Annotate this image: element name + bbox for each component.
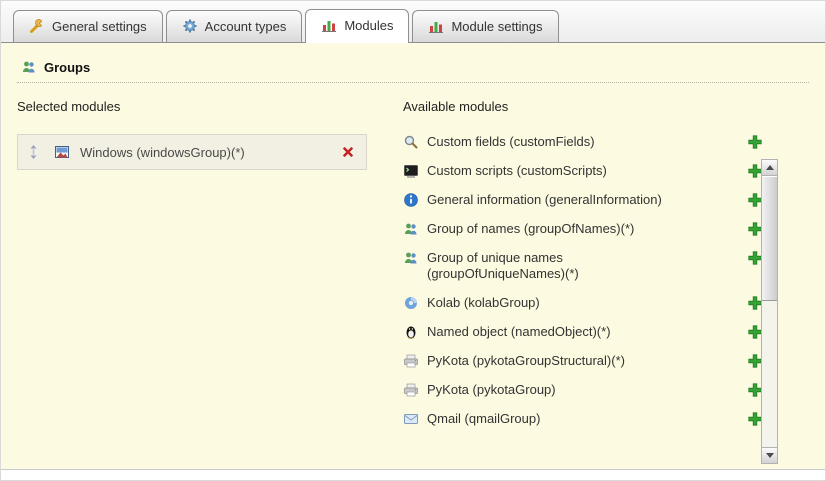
modules-icon	[428, 18, 444, 34]
available-module-label: Custom fields (customFields)	[427, 134, 595, 150]
magnifier-icon	[403, 134, 419, 150]
available-module-row: Group of unique names (groupOfUniqueName…	[403, 250, 763, 282]
available-modules-column: Available modules Custom fields (customF…	[403, 99, 763, 427]
available-module-row: Custom fields (customFields)	[403, 134, 763, 150]
section-header-groups: Groups	[17, 43, 809, 83]
selected-modules-column: Selected modules Windows (windowsGroup)(…	[17, 99, 379, 427]
add-module-button[interactable]	[747, 134, 763, 150]
available-module-label: PyKota (pykotaGroup)	[427, 382, 556, 398]
available-module-row: Qmail (qmailGroup)	[403, 411, 763, 427]
groups-icon	[403, 221, 419, 237]
kolab-icon	[403, 295, 419, 311]
available-module-label: Kolab (kolabGroup)	[427, 295, 540, 311]
modules-columns: Selected modules Windows (windowsGroup)(…	[17, 99, 809, 427]
selected-module-label: Windows (windowsGroup)(*)	[80, 145, 330, 160]
triangle-down-icon	[766, 453, 774, 458]
available-module-label: Group of unique names (groupOfUniqueName…	[427, 250, 697, 282]
modules-settings-window: General settings Account types Modules M…	[0, 0, 826, 481]
scroll-down-button[interactable]	[762, 447, 777, 463]
tab-label: Module settings	[451, 19, 542, 34]
printer-icon	[403, 353, 419, 369]
selected-module-row: Windows (windowsGroup)(*)	[17, 134, 367, 170]
tab-module-settings[interactable]: Module settings	[412, 10, 558, 42]
available-module-row: Group of names (groupOfNames)(*)	[403, 221, 763, 237]
remove-module-button[interactable]	[340, 144, 356, 160]
available-module-row: Custom scripts (customScripts)	[403, 163, 763, 179]
available-module-row: PyKota (pykotaGroup)	[403, 382, 763, 398]
groups-icon	[403, 250, 419, 266]
available-modules-scrollbar[interactable]	[761, 159, 778, 464]
scrollbar-thumb[interactable]	[762, 176, 777, 301]
available-module-label: Custom scripts (customScripts)	[427, 163, 607, 179]
green-plus-icon	[747, 138, 763, 153]
available-modules-list: Custom fields (customFields) Custom scri…	[403, 134, 763, 427]
scroll-up-button[interactable]	[762, 160, 777, 176]
modules-panel: Groups Selected modules Windows (windows…	[1, 43, 825, 470]
available-module-row: General information (generalInformation)	[403, 192, 763, 208]
info-icon	[403, 192, 419, 208]
tab-label: General settings	[52, 19, 147, 34]
mail-icon	[403, 411, 419, 427]
tab-general-settings[interactable]: General settings	[13, 10, 163, 42]
available-module-label: Group of names (groupOfNames)(*)	[427, 221, 634, 237]
section-title: Groups	[44, 60, 90, 75]
available-module-label: PyKota (pykotaGroupStructural)(*)	[427, 353, 625, 369]
available-module-label: General information (generalInformation)	[427, 192, 662, 208]
tab-modules[interactable]: Modules	[305, 9, 409, 43]
available-module-label: Qmail (qmailGroup)	[427, 411, 540, 427]
tab-strip: General settings Account types Modules M…	[1, 1, 825, 43]
modules-icon	[321, 17, 337, 33]
tab-account-types[interactable]: Account types	[166, 10, 303, 42]
windows-module-icon	[54, 144, 70, 160]
tab-label: Account types	[205, 19, 287, 34]
triangle-up-icon	[766, 165, 774, 170]
red-x-icon	[340, 148, 356, 163]
selected-modules-heading: Selected modules	[17, 99, 379, 114]
drag-handle-icon[interactable]	[28, 144, 44, 160]
available-module-row: Kolab (kolabGroup)	[403, 295, 763, 311]
available-module-row: PyKota (pykotaGroupStructural)(*)	[403, 353, 763, 369]
terminal-icon	[403, 163, 419, 179]
wrench-icon	[29, 18, 45, 34]
tab-label: Modules	[344, 18, 393, 33]
gears-icon	[182, 18, 198, 34]
penguin-icon	[403, 324, 419, 340]
available-module-label: Named object (namedObject)(*)	[427, 324, 611, 340]
available-modules-heading: Available modules	[403, 99, 763, 114]
printer-icon	[403, 382, 419, 398]
available-module-row: Named object (namedObject)(*)	[403, 324, 763, 340]
groups-icon	[21, 59, 37, 75]
